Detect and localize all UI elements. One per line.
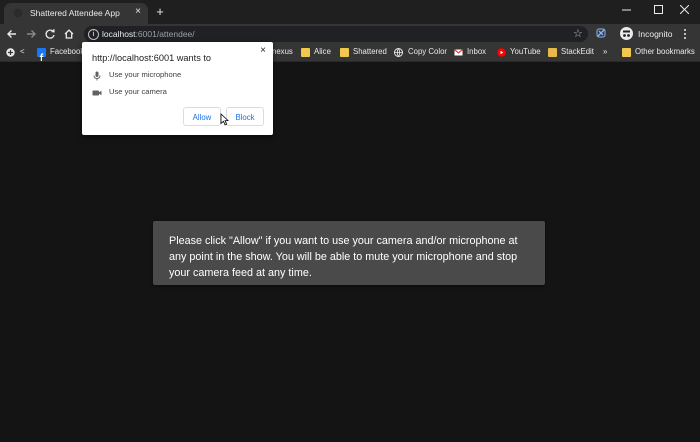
new-tab-button[interactable]: + [153, 5, 167, 18]
url-path: :6001/attendee/ [135, 29, 195, 39]
bookmark-label: YouTube [510, 47, 541, 56]
apps-chevron: < [20, 47, 25, 56]
extension-icon[interactable] [596, 28, 606, 38]
permission-label: Use your camera [109, 87, 167, 96]
tab-title: Shattered Attendee App [30, 8, 120, 18]
block-button[interactable]: Block [226, 107, 264, 126]
bookmark-label: Copy Color [408, 47, 447, 56]
forward-button[interactable] [24, 27, 38, 41]
reload-button[interactable] [43, 27, 57, 41]
bookmark-star-icon[interactable]: ☆ [573, 27, 583, 40]
bookmark-stackedit[interactable]: StackEdit [548, 44, 596, 61]
folder-icon [622, 48, 631, 57]
incognito-label: Incognito [638, 29, 673, 39]
incognito-avatar-icon [620, 27, 633, 40]
bookmark-label: Facebook [50, 47, 85, 56]
bookmark-label: Shattered [353, 47, 387, 56]
browser-toolbar: i localhost:6001/attendee/ ☆ [0, 24, 700, 44]
minimize-button[interactable] [610, 0, 642, 16]
tab-close-icon[interactable]: × [132, 6, 144, 18]
browser-tab[interactable]: Shattered Attendee App × [4, 3, 148, 24]
site-info-icon[interactable]: i [88, 29, 99, 40]
other-bookmarks-label: Other bookmarks [635, 47, 695, 56]
bookmark-label: Alice [314, 47, 331, 56]
apps-shortcut[interactable]: < [6, 44, 30, 61]
youtube-icon [497, 48, 506, 57]
bookmark-label: Inbox [467, 47, 487, 56]
home-button[interactable] [62, 27, 76, 41]
prompt-title: http://localhost:6001 wants to [92, 53, 212, 63]
back-button[interactable] [5, 27, 19, 41]
apps-icon [6, 48, 15, 57]
facebook-icon [37, 48, 46, 61]
globe-icon [394, 48, 403, 57]
bookmark-inbox[interactable]: Inbox [454, 44, 488, 61]
bookmark-label: nexus [272, 47, 293, 56]
other-bookmarks[interactable]: Other bookmarks [622, 44, 696, 61]
prompt-close-icon[interactable]: × [257, 45, 269, 56]
mouse-cursor-icon [220, 113, 229, 126]
permission-label: Use your microphone [109, 70, 182, 79]
maximize-icon [653, 5, 663, 14]
allow-button[interactable]: Allow [183, 107, 221, 126]
bookmark-facebook[interactable]: Facebook [37, 44, 85, 61]
bookmark-shattered[interactable]: Shattered [340, 44, 387, 61]
folder-icon [301, 48, 310, 57]
gmail-icon [454, 49, 463, 56]
permission-notice: Please click "Allow" if you want to use … [153, 221, 545, 285]
bookmark-label: StackEdit [561, 47, 594, 56]
stackedit-icon [548, 48, 557, 57]
microphone-icon [93, 71, 101, 81]
permission-prompt: × http://localhost:6001 wants to Use you… [82, 42, 273, 135]
minimize-icon [621, 9, 631, 11]
folder-icon [340, 48, 349, 57]
camera-icon [92, 90, 102, 96]
url-host: localhost [102, 29, 136, 39]
home-icon [64, 29, 74, 39]
browser-menu-icon[interactable] [682, 28, 688, 40]
tab-favicon-icon [13, 8, 23, 18]
close-window-icon [679, 5, 689, 14]
bookmark-alice[interactable]: Alice [301, 44, 331, 61]
bookmark-copy-color[interactable]: Copy Color [394, 44, 447, 61]
address-bar[interactable]: i localhost:6001/attendee/ ☆ [84, 26, 588, 42]
url-text[interactable]: localhost:6001/attendee/ [102, 29, 195, 39]
bookmarks-overflow-button[interactable]: » [603, 47, 607, 56]
reload-icon [45, 29, 55, 39]
tab-strip: Shattered Attendee App × + [0, 0, 700, 24]
close-window-button[interactable] [668, 0, 700, 16]
forward-arrow-icon [27, 30, 36, 38]
notice-text: Please click "Allow" if you want to use … [169, 235, 518, 279]
bookmark-youtube[interactable]: YouTube [497, 44, 541, 61]
back-arrow-icon [7, 30, 16, 38]
